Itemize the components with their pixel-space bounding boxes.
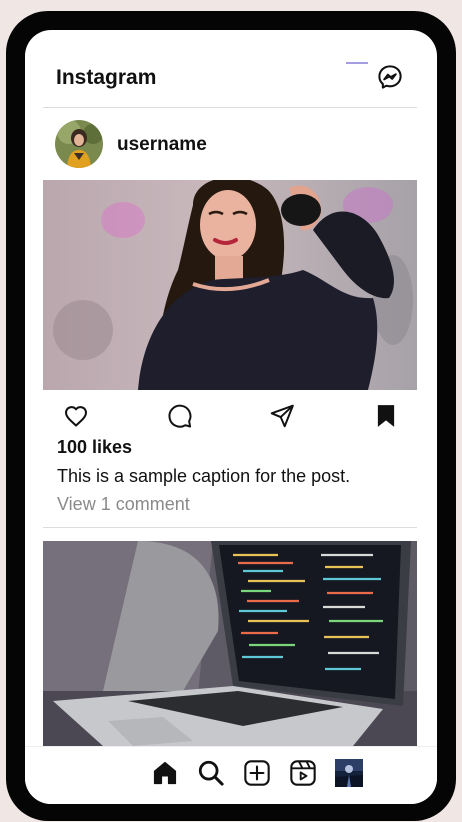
likes-count: 100 likes	[57, 437, 133, 457]
bottom-navigation	[25, 746, 437, 804]
post-image[interactable]	[43, 541, 417, 746]
comment-icon[interactable]	[165, 402, 193, 430]
like-icon[interactable]	[63, 403, 89, 429]
post-divider	[43, 527, 417, 528]
messenger-icon[interactable]	[377, 64, 403, 90]
header-indicator	[346, 62, 368, 64]
post-image[interactable]	[43, 180, 417, 390]
add-post-icon[interactable]	[243, 759, 271, 787]
app-screen: Instagram username 100 likes This is a s…	[25, 30, 437, 804]
app-title: Instagram	[56, 66, 157, 89]
save-icon[interactable]	[373, 403, 399, 429]
post-actions	[43, 400, 417, 432]
view-comments-link[interactable]: View 1 comment	[57, 494, 190, 515]
post-username[interactable]: username	[117, 134, 207, 156]
post-caption: This is a sample caption for the post.	[57, 466, 351, 486]
search-icon[interactable]	[197, 759, 225, 787]
app-header: Instagram	[43, 30, 417, 108]
phone-frame: Instagram username 100 likes This is a s…	[6, 11, 456, 821]
avatar[interactable]	[55, 120, 103, 168]
reels-icon[interactable]	[289, 759, 317, 787]
share-icon[interactable]	[269, 403, 295, 429]
home-icon[interactable]	[151, 759, 179, 787]
post-header: username	[55, 120, 415, 168]
profile-thumbnail[interactable]	[335, 759, 363, 787]
